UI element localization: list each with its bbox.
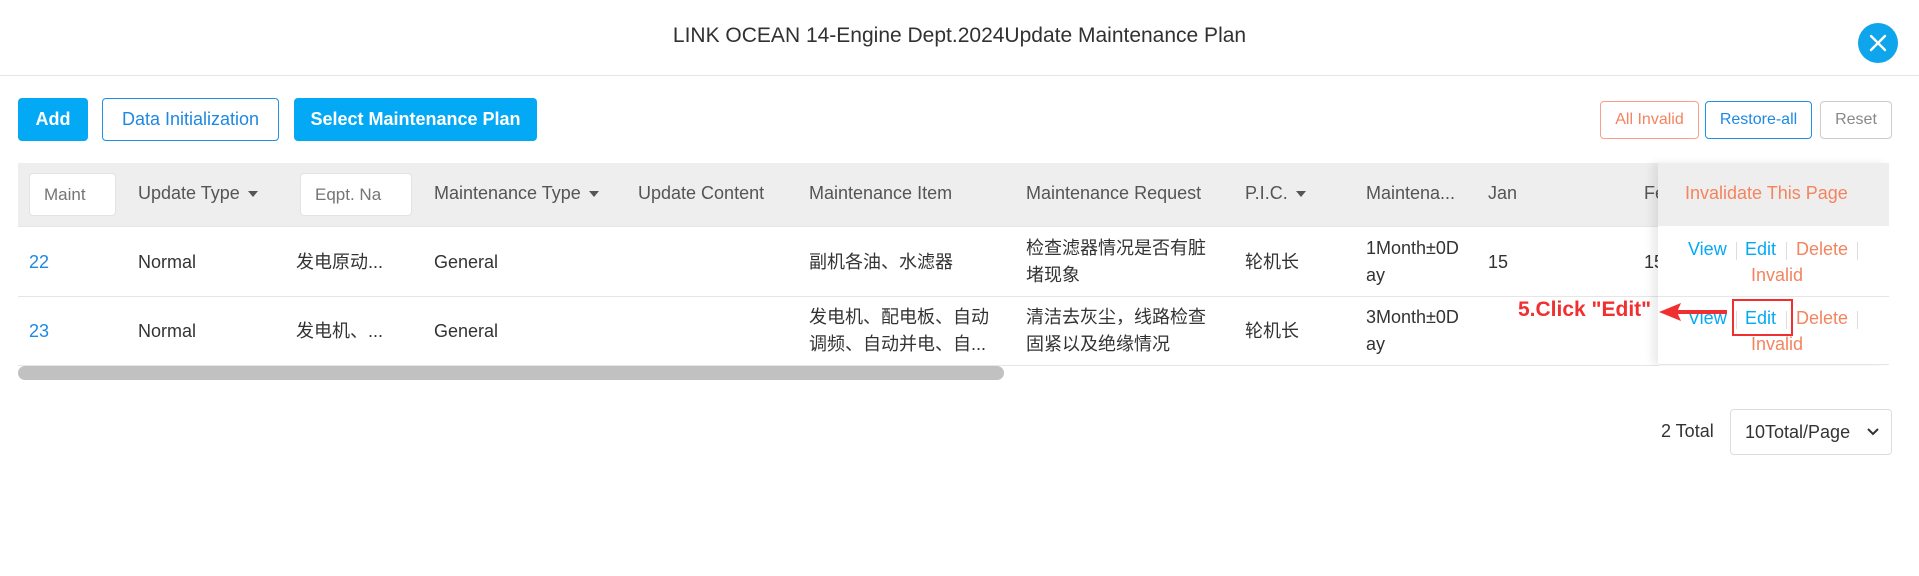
cell-maintenance-request: 清洁去灰尘，线路检查 <box>1026 307 1206 327</box>
row-id-link[interactable]: 22 <box>29 249 49 275</box>
cell-maintenance-type: General <box>434 252 499 272</box>
cell-period: 1Month±0D <box>1366 238 1459 258</box>
edit-link[interactable]: Edit <box>1745 239 1776 260</box>
header-update-content: Update Content <box>638 183 765 203</box>
invalid-link[interactable]: Invalid <box>1751 265 1803 286</box>
cell-period-line2: ay <box>1366 334 1386 354</box>
horizontal-scrollbar[interactable] <box>18 366 1889 380</box>
caret-down-icon[interactable] <box>1295 191 1306 198</box>
page-size-select[interactable]: 10Total/Page <box>1730 409 1892 455</box>
all-invalid-button[interactable]: All Invalid <box>1600 101 1699 139</box>
annotation-label: 5.Click "Edit" <box>1518 298 1652 321</box>
invalidate-this-page-link[interactable]: Invalidate This Page <box>1685 183 1848 204</box>
arrow-left-icon <box>1659 303 1727 321</box>
header-maintenance-request: Maintenance Request <box>1026 183 1202 203</box>
caret-down-icon[interactable] <box>247 191 258 198</box>
scrollbar-thumb[interactable] <box>18 366 1004 380</box>
cell-period: 3Month±0D <box>1366 307 1459 327</box>
cell-pic: 轮机长 <box>1245 321 1299 341</box>
cell-maintenance-item-line2: 调频、自动并电、自... <box>809 334 987 354</box>
header-update-type[interactable]: Update Type <box>138 183 258 204</box>
close-icon[interactable] <box>1869 34 1887 52</box>
header-maintenance-item: Maintenance Item <box>809 183 953 203</box>
eqpt-filter-input[interactable] <box>300 173 412 216</box>
cell-maintenance-request-line2: 堵现象 <box>1026 265 1080 285</box>
cell-pic: 轮机长 <box>1245 252 1299 272</box>
edit-highlight-box <box>1732 299 1793 336</box>
reset-button[interactable]: Reset <box>1820 101 1892 139</box>
chevron-down-icon <box>1867 428 1879 436</box>
header-pic[interactable]: P.I.C. <box>1245 183 1306 204</box>
cell-eqpt: 发电原动... <box>296 252 384 272</box>
caret-down-icon[interactable] <box>588 191 599 198</box>
cell-maintenance-request: 检查滤器情况是否有脏 <box>1026 238 1206 258</box>
header-maintenance-type[interactable]: Maintenance Type <box>434 183 599 204</box>
delete-link[interactable]: Delete <box>1796 239 1848 260</box>
header-maintenance-period: Maintena... <box>1366 183 1456 203</box>
restore-all-button[interactable]: Restore-all <box>1705 101 1812 139</box>
table-header <box>18 163 1889 226</box>
close-button[interactable] <box>1858 23 1898 63</box>
header-divider <box>0 75 1919 76</box>
row-id-link[interactable]: 23 <box>29 318 49 344</box>
row-divider <box>18 226 1658 227</box>
dialog-title: LINK OCEAN 14-Engine Dept.2024Update Mai… <box>672 24 1247 47</box>
cell-update-type: Normal <box>138 321 197 341</box>
operations-column: Invalidate This Page View Edit Delete In… <box>1658 163 1889 365</box>
cell-maintenance-request-line2: 固紧以及绝缘情况 <box>1026 334 1170 354</box>
header-jan: Jan <box>1488 183 1518 203</box>
select-maintenance-plan-button[interactable]: Select Maintenance Plan <box>294 98 537 141</box>
delete-link[interactable]: Delete <box>1796 308 1848 329</box>
cell-eqpt: 发电机、... <box>296 321 384 341</box>
cell-maintenance-item: 副机各油、水滤器 <box>809 252 953 272</box>
invalid-link[interactable]: Invalid <box>1751 334 1803 355</box>
cell-update-type: Normal <box>138 252 197 272</box>
cell-maintenance-item: 发电机、配电板、自动 <box>809 307 989 327</box>
cell-period-line2: ay <box>1366 265 1386 285</box>
data-initialization-button[interactable]: Data Initialization <box>102 98 279 141</box>
total-count: 2 Total <box>1661 421 1714 441</box>
cell-jan: 15 <box>1488 252 1509 272</box>
view-link[interactable]: View <box>1688 239 1727 260</box>
cell-maintenance-type: General <box>434 321 499 341</box>
row-divider <box>18 296 1658 297</box>
add-button[interactable]: Add <box>18 98 88 141</box>
maint-filter-input[interactable] <box>29 173 116 216</box>
